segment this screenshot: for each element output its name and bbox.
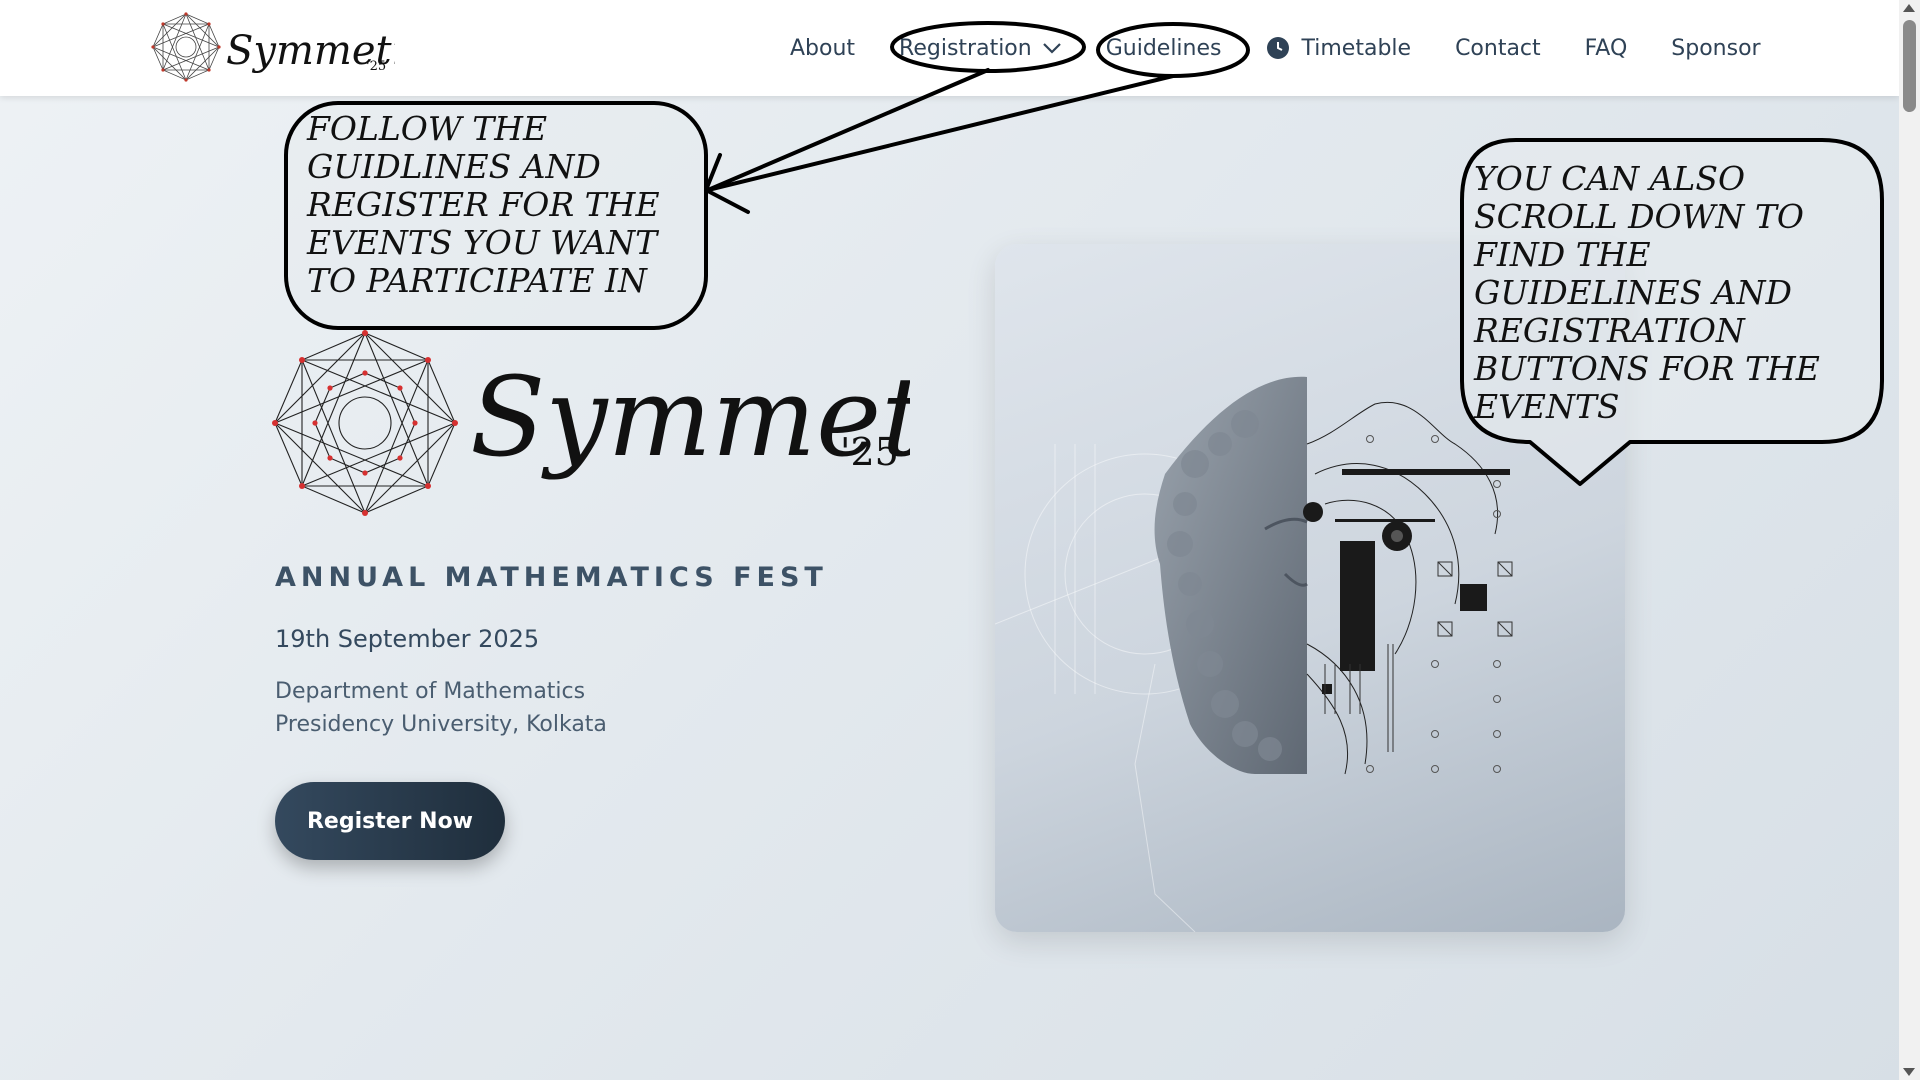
scroll-up-arrow-icon[interactable]: [1903, 4, 1915, 12]
nav-registration[interactable]: Registration: [899, 36, 1062, 61]
nav-contact[interactable]: Contact: [1455, 36, 1541, 61]
site-logo-year: '25: [366, 59, 386, 74]
nav-faq-label: FAQ: [1584, 35, 1628, 61]
fest-venue: Department of Mathematics Presidency Uni…: [275, 675, 607, 741]
right-callout-text: You can also scroll down to find the gui…: [1474, 159, 1820, 426]
hero-logo: Symmetry '25: [270, 325, 1042, 525]
nav-contact-label: Contact: [1455, 35, 1541, 61]
nav-sponsor[interactable]: Sponsor: [1671, 36, 1760, 61]
left-callout-text: Follow the guidlines and register for th…: [307, 109, 660, 300]
navbar: Symmetry '25 About Registration Guidelin…: [0, 0, 1899, 96]
nav-sponsor-label: Sponsor: [1671, 35, 1761, 61]
nav-registration-label: Registration: [899, 35, 1032, 61]
scroll-down-arrow-icon[interactable]: [1903, 1068, 1915, 1076]
nav-timetable-label: Timetable: [1301, 35, 1412, 61]
fest-subtitle: ANNUAL MATHEMATICS FEST: [275, 562, 828, 593]
nav-timetable[interactable]: Timetable: [1266, 35, 1412, 61]
dept-line-2: Presidency University, Kolkata: [275, 712, 607, 737]
site-logo[interactable]: Symmetry '25: [150, 8, 435, 88]
nav-guidelines-label: Guidelines: [1105, 35, 1222, 61]
nav-about[interactable]: About: [790, 36, 855, 61]
arrowhead: [704, 153, 750, 214]
nav-links: About Registration Guidelines Timetable …: [790, 0, 1805, 96]
clock-icon: [1266, 37, 1289, 59]
nav-guidelines[interactable]: Guidelines: [1106, 36, 1222, 61]
register-now-button[interactable]: Register Now: [275, 782, 505, 860]
vertical-scrollbar[interactable]: [1899, 0, 1920, 1080]
fest-date: 19th September 2025: [275, 625, 540, 653]
nav-about-label: About: [790, 35, 856, 61]
scrollbar-thumb[interactable]: [1903, 20, 1916, 112]
hero-logo-year: '25: [840, 430, 899, 474]
dept-line-1: Department of Mathematics: [275, 679, 586, 704]
chevron-down-icon: [1042, 43, 1061, 54]
nav-faq[interactable]: FAQ: [1585, 36, 1628, 61]
